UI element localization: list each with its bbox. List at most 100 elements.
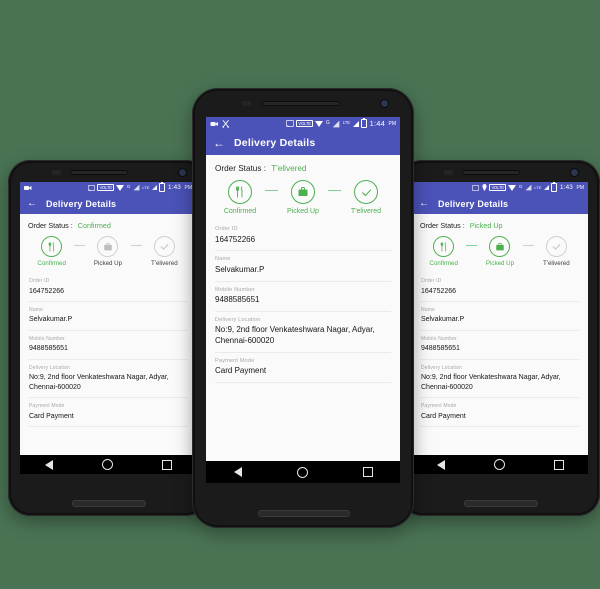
step-delivered[interactable]: T'elivered xyxy=(341,180,391,215)
nav-back-icon[interactable] xyxy=(233,467,242,477)
order-status-label: Order Status : xyxy=(28,221,73,230)
scene: VOLTE G LTE 1:43 PM ← Delivery Details O… xyxy=(0,0,600,589)
progress-stepper: Confirmed Picked Up T'elivered xyxy=(20,233,196,273)
g-network-icon: G xyxy=(518,184,523,190)
step-confirmed[interactable]: Confirmed xyxy=(421,236,466,267)
step-connector-2 xyxy=(130,245,142,246)
cast-icon xyxy=(472,184,480,191)
step-picked-up-label: Picked Up xyxy=(485,260,515,267)
signal-triangle-icon xyxy=(151,185,157,190)
status-bar-meridiem: PM xyxy=(184,184,193,191)
nav-back-icon[interactable] xyxy=(44,459,53,470)
signal-bars-icon xyxy=(525,184,532,191)
detail-row: Payment Mode Card Payment xyxy=(215,353,391,384)
detail-value: Card Payment xyxy=(215,366,267,376)
step-picked-up-label: Picked Up xyxy=(287,208,319,215)
detail-row: Payment Mode Card Payment xyxy=(421,398,579,428)
step-picked-up[interactable]: Picked Up xyxy=(85,236,130,267)
detail-row: Order ID 164752266 xyxy=(421,273,579,302)
check-icon xyxy=(552,243,561,250)
screen-content: Order Status : T'elivered Confirmed Pick… xyxy=(206,155,400,483)
proximity-sensor xyxy=(444,170,453,175)
detail-value: 9488585651 xyxy=(29,345,68,353)
step-confirmed[interactable]: Confirmed xyxy=(215,180,265,215)
earpiece-speaker xyxy=(462,170,520,175)
order-status-line: Order Status : T'elivered xyxy=(206,155,400,177)
step-delivered[interactable]: T'elivered xyxy=(142,236,187,267)
detail-row: Mobile Number 9488585651 xyxy=(215,282,391,312)
step-picked-up-circle xyxy=(489,236,511,257)
step-delivered[interactable]: T'elivered xyxy=(534,236,579,267)
lte-icon: LTE xyxy=(142,184,150,190)
signal-bars-icon xyxy=(133,184,140,191)
detail-key: Mobile Number xyxy=(215,286,255,293)
step-picked-up[interactable]: Picked Up xyxy=(477,236,522,267)
nav-home-icon[interactable] xyxy=(101,459,113,470)
app-bar: ← Delivery Details xyxy=(412,193,588,214)
back-button[interactable]: ← xyxy=(213,137,225,149)
order-status-value: T'elivered xyxy=(271,164,307,173)
nav-recents-icon[interactable] xyxy=(362,467,373,477)
detail-value: 164752266 xyxy=(421,287,457,295)
detail-row: Delivery Location No:9, 2nd floor Venkat… xyxy=(215,312,391,353)
detail-value: Card Payment xyxy=(421,412,466,420)
nav-home-icon[interactable] xyxy=(296,466,308,478)
detail-row: Order ID 164752266 xyxy=(29,273,187,302)
status-bar: VOLTE G LTE 1:44 PM xyxy=(206,117,400,130)
nav-recents-icon[interactable] xyxy=(161,459,172,470)
step-connector-1 xyxy=(265,190,278,191)
cast-icon xyxy=(285,120,294,127)
order-status-label: Order Status : xyxy=(215,164,266,173)
step-delivered-label: T'elivered xyxy=(350,208,382,215)
nav-back-icon[interactable] xyxy=(436,459,445,470)
status-bar: VOLTE G LTE 1:43 PM xyxy=(20,182,196,193)
step-confirmed-label: Confirmed xyxy=(429,260,458,267)
step-confirmed[interactable]: Confirmed xyxy=(29,236,74,267)
camera-icon xyxy=(24,185,32,191)
app-bar: ← Delivery Details xyxy=(206,130,400,155)
progress-stepper: Confirmed Picked Up T'elivered xyxy=(206,177,400,221)
step-connector-2 xyxy=(522,245,534,246)
briefcase-icon xyxy=(298,187,308,196)
battery-icon xyxy=(159,182,166,192)
g-network-icon: G xyxy=(126,184,131,190)
step-delivered-circle xyxy=(354,180,378,204)
step-picked-up[interactable]: Picked Up xyxy=(278,180,328,215)
nav-home-icon[interactable] xyxy=(493,459,505,470)
step-delivered-circle xyxy=(153,236,175,257)
bottom-speaker xyxy=(258,510,350,517)
check-icon xyxy=(361,189,371,196)
phone-device-right: VOLTE G LTE 1:43 PM ← Delivery Details O… xyxy=(400,160,600,516)
detail-key: Mobile Number xyxy=(29,335,65,342)
scissors-icon xyxy=(222,119,230,128)
detail-value: Selvakumar.P xyxy=(29,316,73,324)
detail-value: 164752266 xyxy=(215,234,256,244)
briefcase-icon xyxy=(104,242,112,250)
detail-key: Name xyxy=(29,306,43,313)
restaurant-icon xyxy=(440,241,446,252)
earpiece-speaker xyxy=(70,170,128,175)
step-delivered-label: T'elivered xyxy=(151,260,178,267)
detail-key: Delivery Location xyxy=(29,364,70,371)
step-connector-2 xyxy=(328,190,341,191)
back-button[interactable]: ← xyxy=(419,198,429,209)
phone-device-center: VOLTE G LTE 1:44 PM ← Delivery Details O… xyxy=(192,88,414,528)
restaurant-icon xyxy=(48,241,54,252)
location-pin-icon xyxy=(482,184,487,191)
order-status-value: Confirmed xyxy=(77,221,111,230)
detail-row: Name Selvakumar.P xyxy=(215,251,391,282)
status-bar-meridiem: PM xyxy=(388,120,397,127)
status-bar-clock: 1:44 xyxy=(369,119,385,128)
detail-key: Name xyxy=(215,256,231,263)
lte-icon: LTE xyxy=(342,120,351,126)
detail-key: Mobile Number xyxy=(421,335,457,342)
detail-value: Selvakumar.P xyxy=(421,316,465,324)
step-confirmed-label: Confirmed xyxy=(223,208,257,215)
android-nav-bar xyxy=(206,461,400,483)
nav-recents-icon[interactable] xyxy=(553,459,564,470)
proximity-sensor xyxy=(242,101,251,106)
detail-row: Name Selvakumar.P xyxy=(29,302,187,331)
back-button[interactable]: ← xyxy=(27,198,37,209)
step-confirmed-circle xyxy=(228,180,252,204)
order-detail-list: Order ID 164752266 Name Selvakumar.P Mob… xyxy=(206,221,400,384)
